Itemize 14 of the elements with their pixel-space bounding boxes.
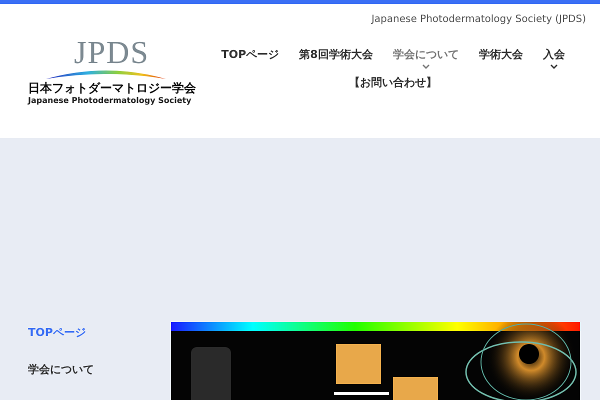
logo-english-name: Japanese Photodermatology Society (28, 96, 192, 106)
chevron-down-icon (422, 64, 430, 68)
sidebar-link[interactable]: TOPページ (28, 325, 171, 342)
tagline: Japanese Photodermatology Society (JPDS) (371, 13, 586, 27)
logo-japanese-name: 日本フォトダーマトロジー学会 (28, 81, 196, 96)
nav-link[interactable]: 学会について (392, 47, 459, 68)
chevron-down-icon (550, 64, 558, 68)
nav-link[interactable]: 【お問い合わせ】 (349, 74, 437, 91)
nav-link[interactable]: 学術大会 (478, 47, 523, 64)
sidebar-link[interactable]: 学会について (28, 362, 171, 378)
nav-link[interactable]: 入会 (542, 47, 565, 68)
nav-link[interactable]: TOPページ (221, 47, 280, 64)
logo-mark: JPDS (74, 39, 150, 65)
nav-link[interactable]: 第8回学術大会 (299, 47, 373, 64)
